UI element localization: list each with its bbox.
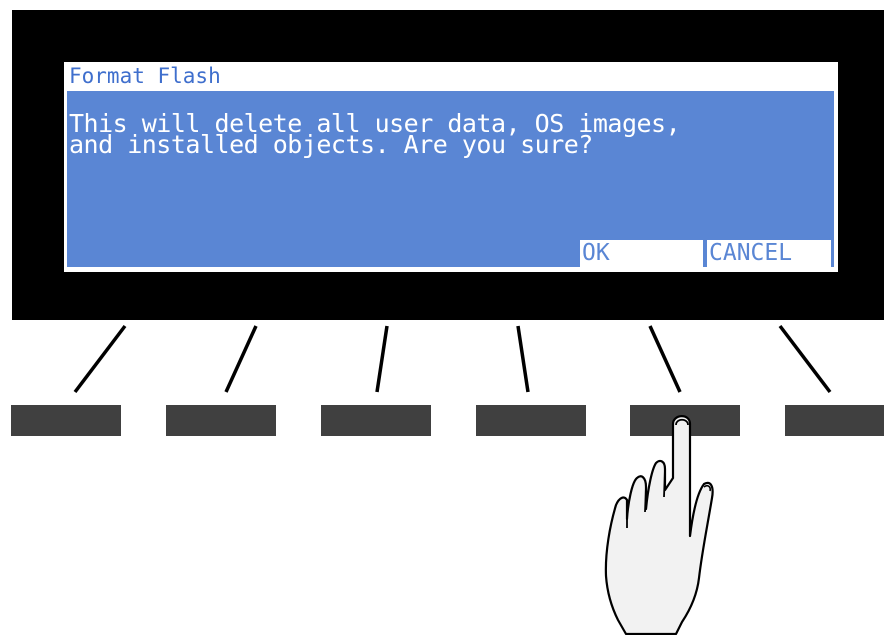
ok-softkey-label[interactable]: OK (580, 240, 703, 267)
soft-button-2[interactable] (166, 405, 276, 436)
leader-line-5 (648, 325, 682, 393)
confirm-dialog: This will delete all user data, OS image… (67, 91, 834, 267)
leader-line-6 (778, 324, 832, 394)
soft-button-1[interactable] (11, 405, 121, 436)
leader-line-3 (375, 325, 389, 393)
hand-outline (604, 415, 714, 635)
leader-line-1 (73, 324, 127, 394)
leader-line-2 (224, 325, 258, 393)
screen-title: Format Flash (69, 64, 221, 88)
softkey-divider (831, 240, 833, 267)
dialog-message: This will delete all user data, OS image… (69, 111, 681, 157)
dialog-message-line-2: and installed objects. Are you sure? (69, 130, 593, 159)
hand-pointing-finger-icon (604, 415, 714, 635)
soft-button-5[interactable] (630, 405, 740, 436)
knuckle-crease-3 (663, 468, 666, 498)
cancel-softkey-label[interactable]: CANCEL (707, 240, 831, 267)
leader-line-4 (516, 325, 530, 393)
knuckle-crease-2 (644, 486, 647, 513)
thumb-nail (703, 484, 711, 492)
soft-button-6[interactable] (785, 405, 884, 436)
lcd-screen: Format Flash This will delete all user d… (64, 62, 838, 272)
soft-button-3[interactable] (321, 405, 431, 436)
soft-button-4[interactable] (476, 405, 586, 436)
